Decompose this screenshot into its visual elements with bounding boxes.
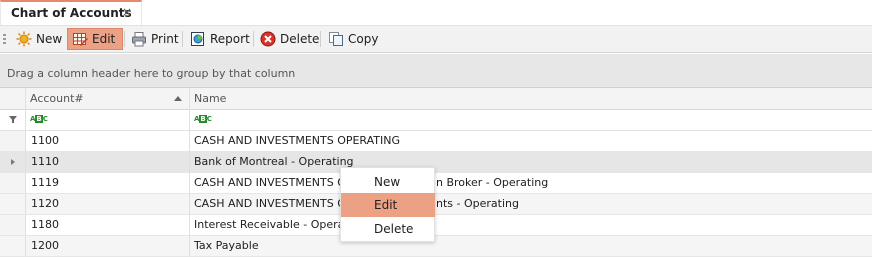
toolbar-separator [182,31,183,47]
group-by-panel[interactable]: Drag a column header here to group by th… [0,54,872,88]
account-cell: 1100 [31,134,59,147]
column-divider [189,88,190,256]
account-cell: 1119 [31,176,59,189]
account-cell: 1120 [31,197,59,210]
account-filter-cell[interactable]: ABC [25,110,190,130]
column-divider [25,88,26,256]
context-menu-label: Edit [374,198,398,212]
context-menu: New Edit Delete [340,167,435,242]
name-cell: Tax Payable [194,239,259,252]
group-panel-hint: Drag a column header here to group by th… [7,67,296,80]
context-menu-label: New [374,175,401,189]
grid-header: Account# Name [0,88,872,110]
column-header-account[interactable]: Account# [25,88,189,109]
copy-button[interactable]: Copy [324,28,382,50]
name-filter-cell[interactable]: ABC [190,110,872,130]
focused-row-indicator-icon [11,159,15,165]
delete-icon [260,31,276,47]
tab-title: Chart of Accounts [11,6,132,20]
copy-button-label: Copy [348,32,379,46]
delete-button-label: Delete [280,32,320,46]
edit-grid-icon [72,31,88,47]
column-header-label: Account# [30,92,84,105]
table-row[interactable]: 1100 CASH AND INVESTMENTS OPERATING [0,131,872,152]
edit-button[interactable]: Edit [67,28,123,50]
account-cell: 1200 [31,239,59,252]
context-menu-item-edit[interactable]: Edit [341,193,435,217]
name-cell: CASH AND INVESTMENTS OPERATING [194,134,401,147]
name-cell-tail: nts - Operating [436,197,519,210]
report-icon [190,31,206,47]
report-button[interactable]: Report [186,28,254,50]
delete-button[interactable]: Delete [256,28,323,50]
toolbar-grip[interactable] [3,34,6,46]
new-button-label: New [36,32,63,46]
accounts-grid: Account# Name ABC ABC 1100 CASH AND INVE… [0,88,872,257]
close-icon[interactable]: × [122,5,132,19]
table-row[interactable]: 1119 CASH AND INVESTMENTS OPE n Broker -… [0,173,872,194]
edit-button-label: Edit [92,32,116,46]
copy-icon [328,31,344,47]
name-cell-tail: n Broker - Operating [436,176,549,189]
print-button-label: Print [151,32,179,46]
toolbar-separator [124,31,125,47]
print-button[interactable]: Print [127,28,183,50]
name-cell: Interest Receivable - Operatin [194,218,359,231]
sort-ascending-icon [174,96,182,101]
context-menu-label: Delete [374,222,414,236]
toolbar-separator [253,31,254,47]
table-row[interactable]: 1200 Tax Payable [0,236,872,257]
table-row[interactable]: 1120 CASH AND INVESTMENTS OPE nts - Oper… [0,194,872,215]
document-tab-strip: Chart of Accounts × [0,0,872,25]
table-row[interactable]: 1180 Interest Receivable - Operatin [0,215,872,236]
new-star-icon [16,31,32,47]
context-menu-item-new[interactable]: New [341,170,435,194]
report-button-label: Report [210,32,250,46]
context-menu-item-delete[interactable]: Delete [341,217,435,241]
new-button[interactable]: New [12,28,66,50]
table-row[interactable]: 1110 Bank of Montreal - Operating [0,152,872,173]
printer-icon [131,31,147,47]
auto-filter-row: ABC ABC [0,110,872,131]
name-cell: CASH AND INVESTMENTS OPE [194,176,360,189]
account-cell: 1110 [31,155,59,168]
toolbar-separator [320,31,321,47]
abc-filter-icon: ABC [194,115,212,123]
column-header-label: Name [194,92,227,105]
name-cell: Bank of Montreal - Operating [194,155,354,168]
indicator-header [0,88,25,109]
account-cell: 1180 [31,218,59,231]
toolbar: New Edit Print Report Delete Copy [0,25,872,53]
tab-chart-of-accounts[interactable]: Chart of Accounts × [0,0,142,25]
column-header-name[interactable]: Name [190,88,872,109]
name-cell: CASH AND INVESTMENTS OPE [194,197,360,210]
abc-filter-icon: ABC [30,115,48,123]
filter-icon-stem [12,120,14,123]
